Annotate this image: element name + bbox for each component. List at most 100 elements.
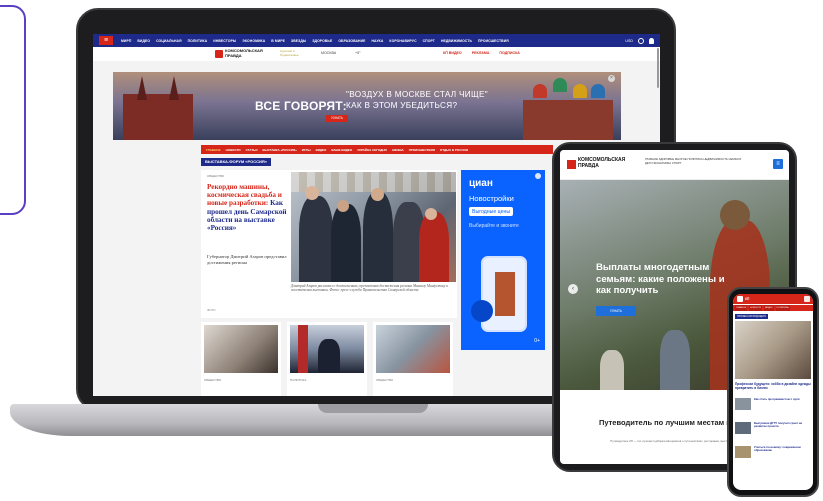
top-nav-item[interactable]: НЕДВИЖИМОСТЬ xyxy=(441,39,472,43)
phone-list-item[interactable]: Как стать программистом с нуля xyxy=(735,397,811,418)
section-nav-item[interactable]: СТАТЬИ xyxy=(246,148,258,152)
top-nav-item[interactable]: МИРП xyxy=(121,39,131,43)
section-nav-item[interactable]: ВЫСТАВКА «РОССИЯ» xyxy=(263,148,297,152)
face-shape xyxy=(371,188,384,201)
scrollbar[interactable] xyxy=(657,48,659,88)
phone-list-item[interactable]: Учиться по-новому: современное образован… xyxy=(735,445,811,466)
top-nav-item[interactable]: ЗВЕЗДЫ xyxy=(291,39,306,43)
section-nav-item[interactable]: УКРАЙНА СЕГОДНЯ xyxy=(357,148,387,152)
cian-headline: Новостройки xyxy=(469,194,514,203)
top-nav-item[interactable]: ПОЛИТИКА xyxy=(188,39,208,43)
article-title[interactable]: Рекордно машины, космическая свадьба и н… xyxy=(207,183,289,232)
partner-logo[interactable]: Сделано в Подмосковье xyxy=(280,49,310,57)
phone-section-tag[interactable]: ПРОФЕССИИ БУДУЩЕГО xyxy=(735,314,769,319)
top-nav-item[interactable]: СОЦИАЛЬНАЯ xyxy=(156,39,182,43)
logo-row-link[interactable]: ПОДПИСКА xyxy=(499,51,519,55)
section-nav-item[interactable]: ВИДЕО xyxy=(316,148,327,152)
building-shape xyxy=(495,272,515,316)
hamburger-icon[interactable]: ≡ xyxy=(773,159,783,169)
top-nav-item[interactable]: ОБРАЗОВАНИЕ xyxy=(338,39,365,43)
site-logo[interactable]: КОМСОМОЛЬСКАЯ ПРАВДА xyxy=(225,48,273,58)
phone-tabs: ГЛАВНОЕ НОВОСТИ ВИДЕО ПОЛИТИКА xyxy=(733,305,813,311)
mini-card[interactable]: ОБЩЕСТВО xyxy=(201,322,281,396)
mini-card[interactable]: ОБЩЕСТВО xyxy=(373,322,453,396)
mini-card-photo xyxy=(376,325,450,373)
banner-button[interactable]: УЗНАТЬ xyxy=(326,115,348,122)
dome-shape xyxy=(553,78,567,92)
forum-tag[interactable]: ВЫСТАВКА-ФОРУМ «РОССИЯ» xyxy=(201,158,271,166)
cian-ad[interactable]: циан Новостройки Выгодные цены Выбирайте… xyxy=(461,170,545,350)
phone-list-item[interactable]: Выпускник ДГТУ получил грант на развитие… xyxy=(735,421,811,442)
tablet-logo[interactable]: КОМСОМОЛЬСКАЯ ПРАВДА xyxy=(578,157,625,169)
phone-screen: КП ГЛАВНОЕ НОВОСТИ ВИДЕО ПОЛИТИКА ПРОФЕССИИ… xyxy=(733,294,813,490)
top-nav-item[interactable]: ЭКОНОМИКА xyxy=(242,39,265,43)
top-nav-item[interactable]: В МИРЕ xyxy=(271,39,285,43)
section-nav-item[interactable]: ПРОИСШЕСТВИЯ xyxy=(409,148,435,152)
logo-icon[interactable] xyxy=(567,160,576,169)
photo-caption: Дмитрий Азаров рассказал о достижениях, … xyxy=(291,284,449,293)
logo-icon[interactable] xyxy=(215,50,223,58)
currency-label[interactable]: USD xyxy=(625,39,633,43)
logo-row-link[interactable]: РЕКЛАМА xyxy=(472,51,490,55)
person-shape xyxy=(331,204,361,282)
laptop-notch xyxy=(318,404,428,413)
city-selector[interactable]: МОСКВА xyxy=(321,51,336,55)
logo-row: КОМСОМОЛЬСКАЯ ПРАВДА Сделано в Подмосков… xyxy=(93,47,660,61)
search-icon[interactable] xyxy=(638,37,644,44)
lead-article[interactable]: ОБЩЕСТВО Рекордно машины, космическая св… xyxy=(201,170,457,318)
section-nav-item[interactable]: ОТДЫХ В РОССИИ xyxy=(440,148,468,152)
phone-item-title: Как стать программистом с нуля xyxy=(754,397,800,401)
close-icon[interactable]: × xyxy=(608,75,615,82)
top-nav-item[interactable]: СПОРТ xyxy=(423,39,435,43)
top-nav-item[interactable]: ПРОИСШЕСТВИЯ xyxy=(478,39,509,43)
person-shape xyxy=(299,196,333,282)
ad-banner[interactable]: ВСЕ ГОВОРЯТ: "ВОЗДУХ В МОСКВЕ СТАЛ ЧИЩЕ"… xyxy=(113,72,621,140)
phone-tab[interactable]: НОВОСТИ xyxy=(749,305,762,311)
phone-headline[interactable]: Профессии будущего: хобби в дизайне одеж… xyxy=(735,382,811,390)
phone-tab[interactable]: ВИДЕО xyxy=(763,305,774,311)
banner-headline-right: "ВОЗДУХ В МОСКВЕ СТАЛ ЧИЩЕ" КАК В ЭТОМ У… xyxy=(346,89,488,111)
tablet-hero-title[interactable]: Выплаты многодетным семьям: какие положе… xyxy=(596,262,736,297)
section-nav-item[interactable]: ИГРЫ xyxy=(302,148,311,152)
logo-icon[interactable] xyxy=(737,296,743,302)
top-nav-item[interactable]: НАУКА xyxy=(372,39,384,43)
phone-tab[interactable]: ПОЛИТИКА xyxy=(775,305,790,311)
mini-card[interactable]: ПОЛИТИКА xyxy=(287,322,367,396)
top-nav-item[interactable]: КОРОНАВИРУС xyxy=(389,39,416,43)
face-shape xyxy=(425,208,437,220)
section-nav-item[interactable]: ВАШЕ ВИДЕО xyxy=(331,148,352,152)
menu-button[interactable]: ≡ xyxy=(99,36,113,45)
hamburger-icon[interactable] xyxy=(804,296,810,302)
banner-line-1: "ВОЗДУХ В МОСКВЕ СТАЛ ЧИЩЕ" xyxy=(346,90,488,99)
weather-readout: +5° xyxy=(355,51,361,55)
article-rubric[interactable]: ОБЩЕСТВО xyxy=(207,174,224,178)
phone-item-thumb xyxy=(735,422,751,434)
hamburger-icon: ≡ xyxy=(103,37,109,44)
section-nav-item[interactable]: НОВОСТИ xyxy=(226,148,241,152)
article-photo[interactable] xyxy=(291,172,456,282)
section-nav-item[interactable]: АФИША xyxy=(392,148,404,152)
banner-headline-left: ВСЕ ГОВОРЯТ: xyxy=(255,99,347,113)
top-nav-item[interactable]: ЗДОРОВЬЕ xyxy=(312,39,332,43)
phone-item-title: Учиться по-новому: современное образован… xyxy=(754,445,801,453)
dome-shape xyxy=(573,84,587,98)
phone-item-title: Выпускник ДГТУ получил грант на развитие… xyxy=(754,421,802,429)
face-shape xyxy=(305,186,319,200)
user-icon[interactable] xyxy=(649,37,654,44)
phone-logo[interactable]: КП xyxy=(745,297,749,301)
phone-tab[interactable]: ГЛАВНОЕ xyxy=(735,305,748,311)
section-nav-item[interactable]: ГЛАВНОЕ xyxy=(206,148,221,152)
top-nav-item[interactable]: ИНВЕСТОРЫ xyxy=(213,39,236,43)
tower-shape xyxy=(169,76,179,100)
logo-row-link[interactable]: КП ВИДЕО xyxy=(443,51,462,55)
tablet-hero-button[interactable]: УЗНАТЬ xyxy=(596,306,636,316)
phone-hero-photo[interactable] xyxy=(735,321,811,379)
age-rating: 0+ xyxy=(534,338,540,344)
devices-mockup: ≡ МИРП ВИДЕО СОЦИАЛЬНАЯ ПОЛИТИКА ИНВЕСТОРЫ ЭК… xyxy=(0,0,823,501)
tablet-nav-links[interactable]: ГЛАВНОЕ ЗДОРОВЬЕ МНОГОЕ ПОЛИТИКА НЕДВИЖИ… xyxy=(645,157,745,165)
banner-line-2: КАК В ЭТОМ УБЕДИТЬСЯ? xyxy=(346,101,458,110)
ad-info-icon[interactable] xyxy=(535,173,541,179)
top-nav-item[interactable]: ВИДЕО xyxy=(137,39,150,43)
prev-arrow-icon[interactable]: ‹ xyxy=(568,284,578,294)
mini-card-photo xyxy=(290,325,364,373)
